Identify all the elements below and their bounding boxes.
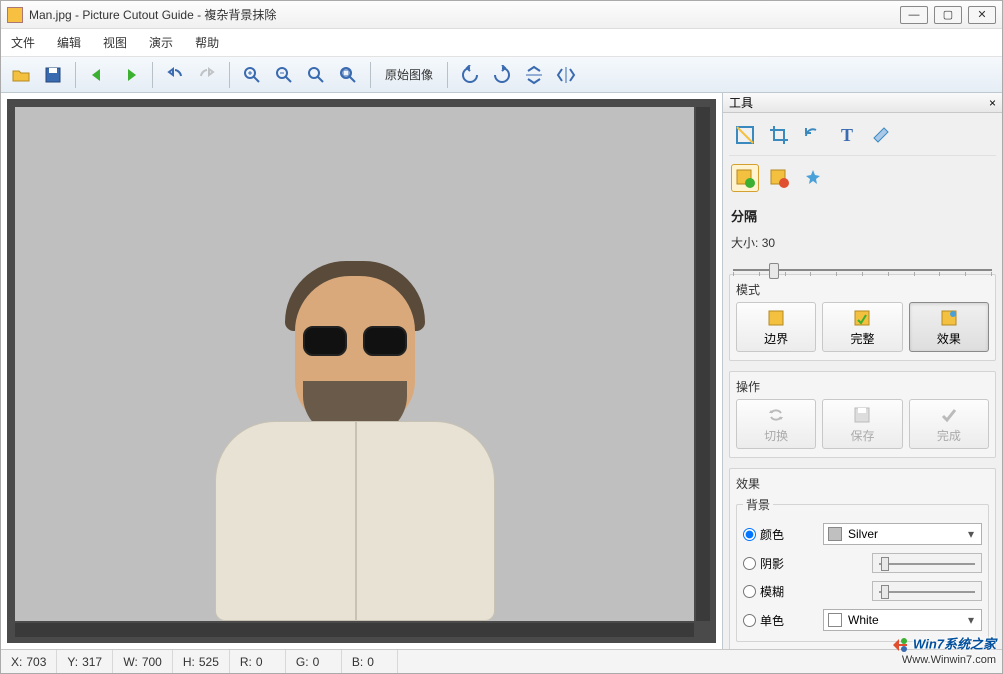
size-label: 大小: 30 — [729, 233, 996, 252]
tools-panel: 工具 × T 分隔 大小: 30 — [722, 93, 1002, 649]
mode-group: 模式 边界 完整 效果 — [729, 274, 996, 361]
rotate-ccw-icon[interactable] — [456, 61, 484, 89]
tools-panel-label: 工具 — [729, 94, 753, 111]
status-b: B:0 — [342, 650, 398, 673]
paste-tool-icon[interactable] — [765, 164, 793, 192]
separator — [75, 62, 76, 88]
menu-edit[interactable]: 编辑 — [53, 32, 85, 53]
menu-file[interactable]: 文件 — [7, 32, 39, 53]
close-button[interactable]: ✕ — [968, 6, 996, 24]
crop-tool-icon[interactable] — [765, 121, 793, 149]
action-group: 操作 切换 保存 完成 — [729, 371, 996, 458]
flip-horizontal-icon[interactable] — [552, 61, 580, 89]
status-x: X:703 — [1, 650, 57, 673]
statusbar: X:703 Y:317 W:700 H:525 R:0 G:0 B:0 — [1, 649, 1002, 673]
shadow-slider[interactable] — [872, 553, 982, 573]
canvas[interactable] — [7, 99, 716, 643]
titlebar: Man.jpg - Picture Cutout Guide - 複杂背景抹除 … — [1, 1, 1002, 29]
action-save-button: 保存 — [822, 399, 902, 449]
menubar: 文件 编辑 视图 演示 帮助 — [1, 29, 1002, 57]
back-icon[interactable] — [84, 61, 112, 89]
silver-swatch-icon — [828, 527, 842, 541]
radio-mono[interactable]: 单色 — [743, 612, 815, 629]
radio-color[interactable]: 颜色 — [743, 526, 815, 543]
app-window: Man.jpg - Picture Cutout Guide - 複杂背景抹除 … — [0, 0, 1003, 674]
main-toolbar: 原始图像 — [1, 57, 1002, 93]
zoom-fit-icon[interactable] — [302, 61, 330, 89]
save-icon[interactable] — [39, 61, 67, 89]
chevron-down-icon: ▾ — [963, 612, 979, 628]
mode-effect-button[interactable]: 效果 — [909, 302, 989, 352]
separator — [229, 62, 230, 88]
tools-panel-title: 工具 × — [723, 93, 1002, 113]
radio-shadow[interactable]: 阴影 — [743, 555, 815, 572]
menu-demo[interactable]: 演示 — [145, 32, 177, 53]
separator — [152, 62, 153, 88]
open-icon[interactable] — [7, 61, 35, 89]
settings-tool-icon[interactable] — [867, 121, 895, 149]
resize-tool-icon[interactable] — [731, 121, 759, 149]
cutout-tool-icon[interactable] — [731, 164, 759, 192]
background-fieldset: 背景 颜色 Silver ▾ 阴影 — [736, 496, 989, 642]
radio-blur[interactable]: 模糊 — [743, 583, 815, 600]
rotate-cw-icon[interactable] — [488, 61, 516, 89]
original-image-button[interactable]: 原始图像 — [379, 66, 439, 83]
wizard-tool-icon[interactable] — [799, 164, 827, 192]
effects-label: 效果 — [736, 475, 989, 492]
scrollbar-vertical[interactable] — [696, 107, 710, 621]
canvas-wrap — [1, 93, 722, 649]
mode-full-button[interactable]: 完整 — [822, 302, 902, 352]
status-h: H:525 — [173, 650, 230, 673]
menu-view[interactable]: 视图 — [99, 32, 131, 53]
bg-label: 背景 — [743, 496, 773, 513]
color-combo[interactable]: Silver ▾ — [823, 523, 982, 545]
separator-section-label: 分隔 — [729, 204, 996, 227]
size-value: 30 — [762, 236, 775, 250]
menu-help[interactable]: 帮助 — [191, 32, 223, 53]
action-done-button: 完成 — [909, 399, 989, 449]
zoom-in-icon[interactable] — [238, 61, 266, 89]
mono-combo[interactable]: White ▾ — [823, 609, 982, 631]
image-preview — [15, 107, 694, 621]
mode-boundary-button[interactable]: 边界 — [736, 302, 816, 352]
chevron-down-icon: ▾ — [963, 526, 979, 542]
app-icon — [7, 7, 23, 23]
redo-icon[interactable] — [193, 61, 221, 89]
status-r: R:0 — [230, 650, 286, 673]
forward-icon[interactable] — [116, 61, 144, 89]
action-toggle-button: 切换 — [736, 399, 816, 449]
action-label: 操作 — [736, 378, 989, 395]
separator — [370, 62, 371, 88]
undo-icon[interactable] — [161, 61, 189, 89]
person-cutout — [195, 251, 515, 621]
status-y: Y:317 — [57, 650, 113, 673]
zoom-out-icon[interactable] — [270, 61, 298, 89]
scrollbar-horizontal[interactable] — [15, 623, 694, 637]
separator — [447, 62, 448, 88]
flip-vertical-icon[interactable] — [520, 61, 548, 89]
zoom-100-icon[interactable] — [334, 61, 362, 89]
window-title: Man.jpg - Picture Cutout Guide - 複杂背景抹除 — [29, 6, 900, 23]
status-g: G:0 — [286, 650, 342, 673]
status-w: W:700 — [113, 650, 172, 673]
blur-slider[interactable] — [872, 581, 982, 601]
central-area: 工具 × T 分隔 大小: 30 — [1, 93, 1002, 649]
text-tool-icon[interactable]: T — [833, 121, 861, 149]
undo-tool-icon[interactable] — [799, 121, 827, 149]
white-swatch-icon — [828, 613, 842, 627]
maximize-button[interactable]: ▢ — [934, 6, 962, 24]
minimize-button[interactable]: — — [900, 6, 928, 24]
effects-group: 效果 背景 颜色 Silver ▾ 阴影 — [729, 468, 996, 649]
close-panel-icon[interactable]: × — [989, 96, 996, 110]
mode-label: 模式 — [736, 281, 989, 298]
